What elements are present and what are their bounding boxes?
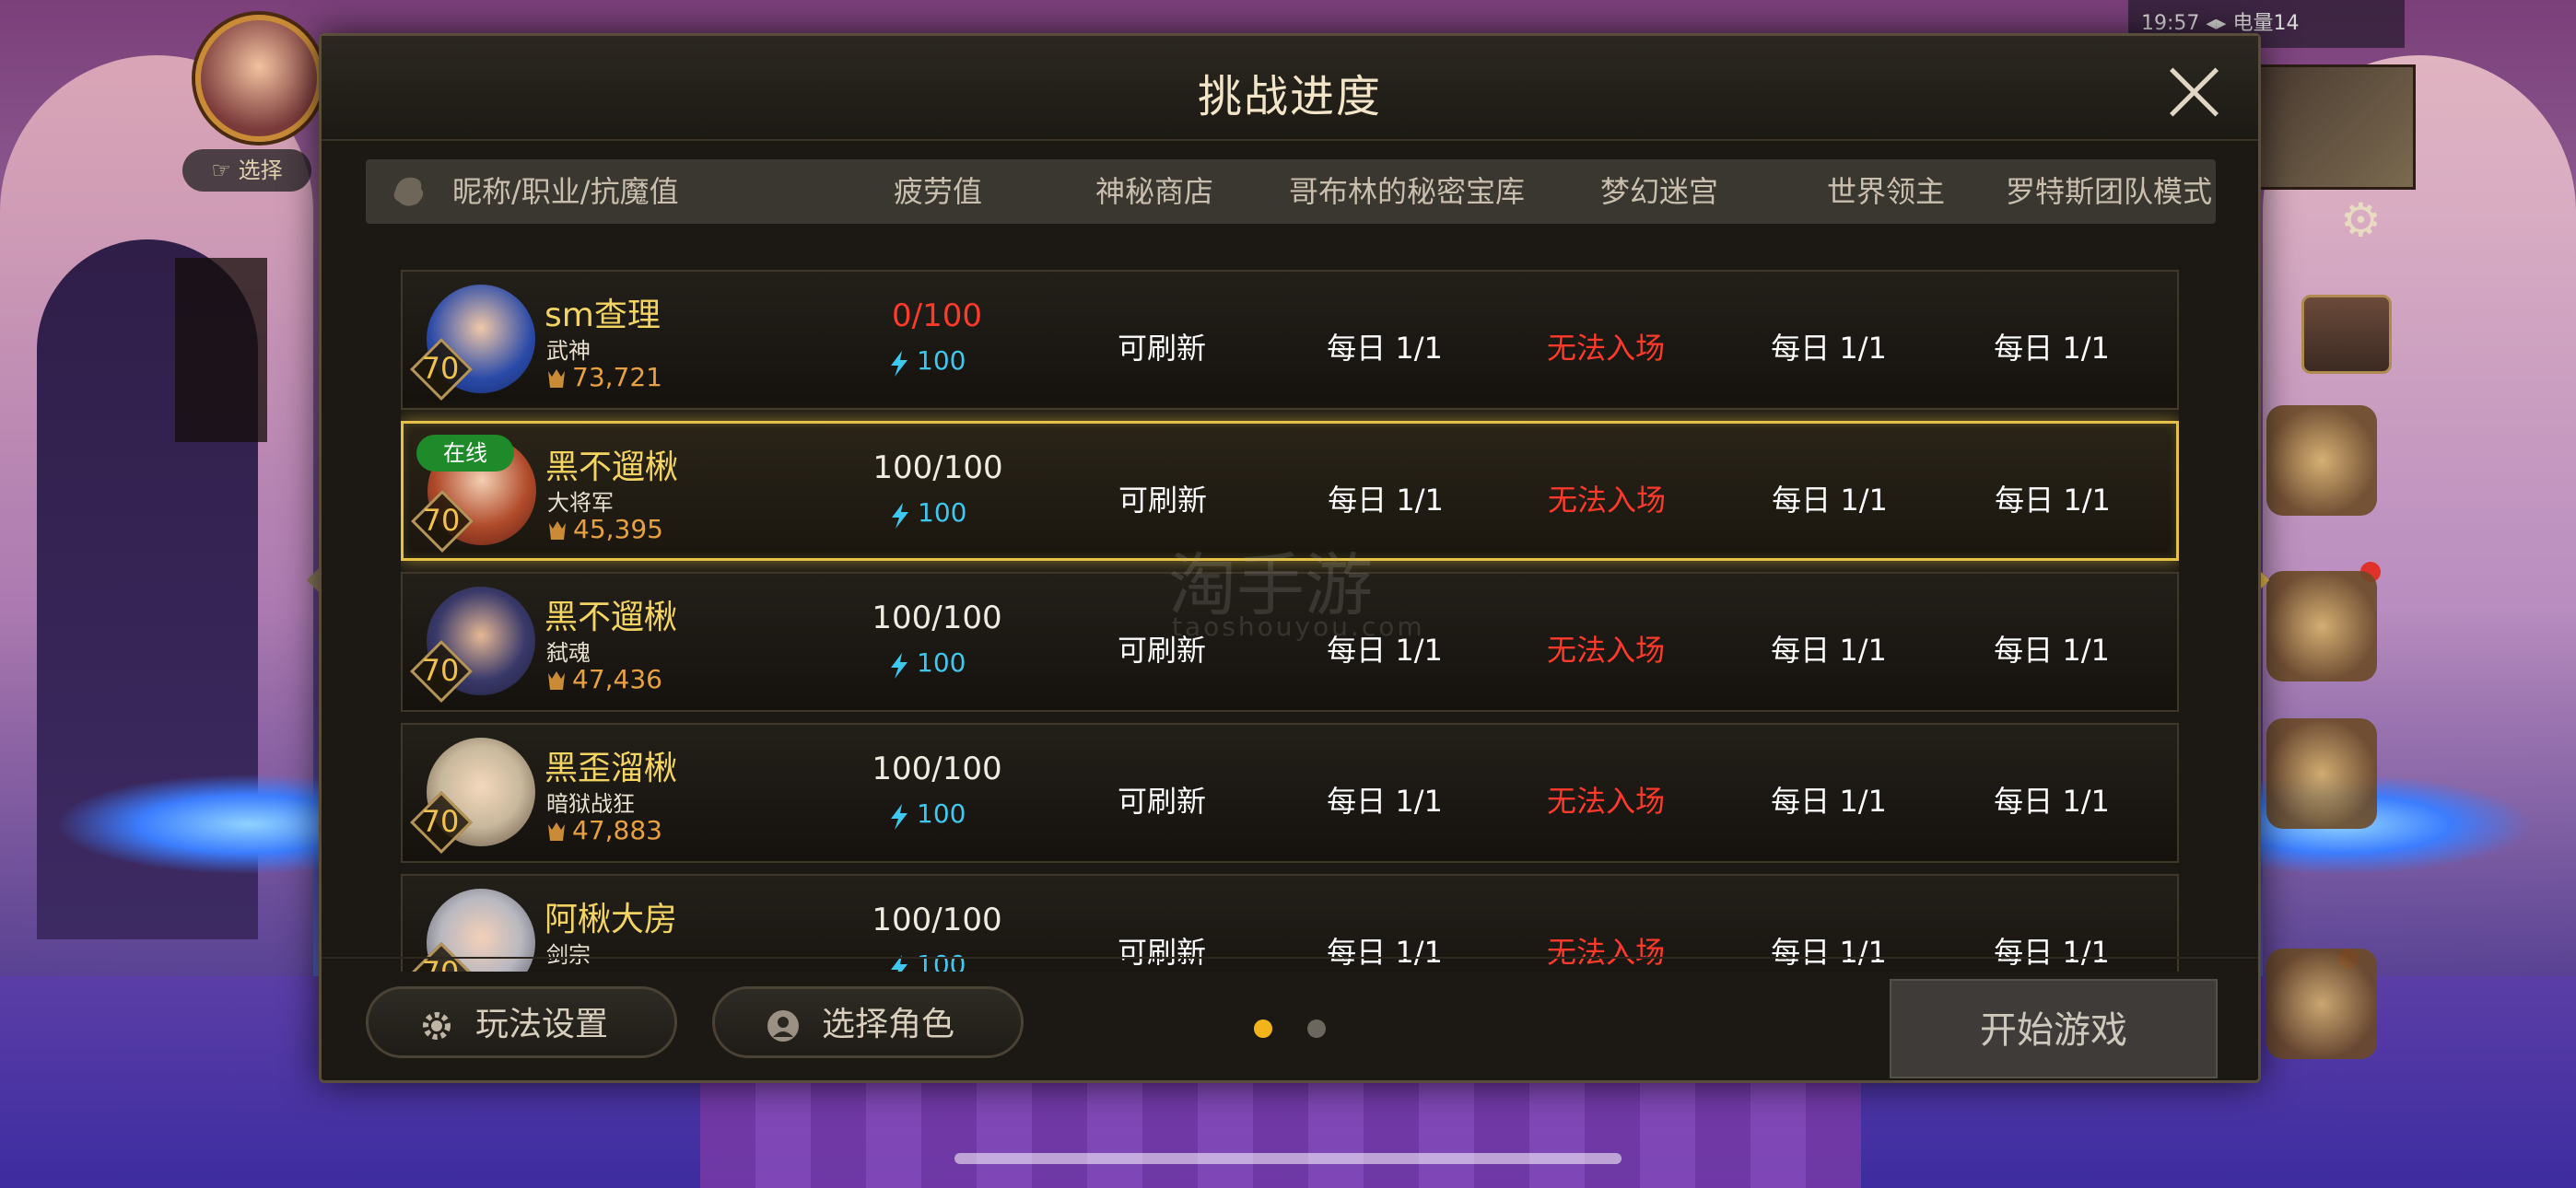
table-header: 昵称/职业/抗魔值 疲劳值 神秘商店 哥布林的秘密宝库 梦幻迷宫 世界领主 罗特… <box>366 159 2216 224</box>
event-icon[interactable] <box>2266 405 2377 516</box>
column-name: 昵称/职业/抗魔值 <box>452 174 679 209</box>
character-portrait: 70 在线 <box>411 433 538 554</box>
rotes-status: 每日 1/1 <box>1995 483 2111 518</box>
character-name: 阿楸大房 <box>544 901 678 938</box>
fatigue-value: 0/100 <box>892 297 982 334</box>
column-rotes: 罗特斯团队模式 <box>2005 174 2212 209</box>
character-class: 弑魂 <box>546 640 591 666</box>
rotes-status: 每日 1/1 <box>1994 784 2110 819</box>
player-avatar[interactable] <box>195 15 322 142</box>
energy-value: 100 <box>918 497 967 528</box>
board-event-icon[interactable] <box>2266 718 2377 829</box>
energy-value: 100 <box>917 647 966 678</box>
energy-bolt-icon <box>891 804 907 830</box>
goblin-status: 每日 1/1 <box>1327 331 1443 366</box>
power-icon <box>548 369 565 388</box>
shop-status: 可刷新 <box>1117 331 1206 366</box>
maze-status: 无法入场 <box>1547 483 1666 518</box>
select-character-label: 选择角色 <box>822 1006 955 1043</box>
power-icon <box>548 822 565 841</box>
character-name: 黑不遛楸 <box>545 448 679 486</box>
level-text: 70 <box>421 351 460 386</box>
rotes-status: 每日 1/1 <box>1994 331 2110 366</box>
character-power: 45,395 <box>573 514 663 544</box>
energy-value: 100 <box>917 345 966 376</box>
character-name: 黑歪溜楸 <box>544 750 678 787</box>
avatar-select-label[interactable]: ☞ 选择 <box>182 149 311 192</box>
character-portrait: 70 <box>410 281 537 402</box>
character-portrait: 70 <box>410 583 537 705</box>
energy-bolt-icon <box>891 653 907 679</box>
minimap[interactable] <box>2254 64 2416 190</box>
character-name: 黑不遛楸 <box>544 599 678 636</box>
rank-icon <box>393 177 424 206</box>
gameplay-settings-button[interactable]: 玩法设置 <box>366 986 677 1058</box>
level-text: 70 <box>421 653 460 688</box>
power-icon <box>549 521 566 540</box>
character-class: 武神 <box>546 338 591 364</box>
character-row[interactable]: 70 sm查理 武神 73,721 0/100 100 可刷新 每日 1/1 无… <box>401 270 2179 410</box>
energy-value: 100 <box>917 798 966 829</box>
character-class: 大将军 <box>547 490 614 516</box>
fatigue-value: 100/100 <box>872 902 1002 938</box>
character-power: 47,436 <box>572 664 662 694</box>
character-icon <box>767 1010 799 1042</box>
start-game-button[interactable]: 开始游戏 <box>1890 979 2218 1078</box>
world-boss-status: 每日 1/1 <box>1771 633 1887 668</box>
character-row[interactable]: 70 黑歪溜楸 暗狱战狂 47,883 100/100 100 可刷新 每日 1… <box>401 723 2179 863</box>
online-badge: 在线 <box>416 435 514 472</box>
close-button[interactable] <box>2164 62 2223 121</box>
shop-status: 可刷新 <box>1118 483 1207 518</box>
character-portrait: 70 <box>410 734 537 856</box>
rotes-status: 每日 1/1 <box>1994 633 2110 668</box>
goblin-status: 每日 1/1 <box>1328 483 1444 518</box>
level-text: 70 <box>421 804 460 839</box>
quest-panel[interactable] <box>175 258 267 442</box>
dialog-header: 挑战进度 <box>322 36 2258 141</box>
world-boss-status: 每日 1/1 <box>1772 483 1888 518</box>
gameplay-settings-label: 玩法设置 <box>475 1006 609 1043</box>
treasure-chest-icon[interactable] <box>2301 295 2392 374</box>
column-world-boss: 世界领主 <box>1826 174 1945 209</box>
energy-bolt-icon <box>891 351 907 377</box>
power-icon <box>548 671 565 690</box>
goblin-status: 每日 1/1 <box>1327 784 1443 819</box>
column-fatigue: 疲劳值 <box>893 174 982 209</box>
column-goblin: 哥布林的秘密宝库 <box>1288 174 1525 209</box>
gear-icon[interactable]: ⚙ <box>2340 193 2382 247</box>
world-boss-status: 每日 1/1 <box>1771 784 1887 819</box>
shield-event-icon[interactable] <box>2266 571 2377 681</box>
energy-bolt-icon <box>892 503 908 529</box>
page-dot[interactable] <box>1307 1019 1326 1038</box>
character-class: 暗狱战狂 <box>546 791 635 817</box>
dialog-title: 挑战进度 <box>1197 71 1382 122</box>
page-dot-active[interactable] <box>1254 1019 1272 1038</box>
column-maze: 梦幻迷宫 <box>1599 174 1718 209</box>
gear-icon <box>423 1012 451 1040</box>
maze-status: 无法入场 <box>1546 331 1665 366</box>
world-boss-status: 每日 1/1 <box>1771 331 1887 366</box>
shop-status: 可刷新 <box>1117 784 1206 819</box>
fatigue-value: 100/100 <box>872 600 1002 636</box>
home-indicator[interactable] <box>954 1153 1622 1164</box>
maze-status: 无法入场 <box>1546 784 1665 819</box>
maze-status: 无法入场 <box>1546 633 1665 668</box>
reward-icon[interactable] <box>2266 949 2377 1059</box>
level-text: 70 <box>422 503 461 538</box>
fatigue-value: 100/100 <box>872 449 1003 486</box>
fatigue-value: 100/100 <box>872 751 1002 787</box>
select-character-button[interactable]: 选择角色 <box>712 986 1024 1058</box>
character-power: 47,883 <box>572 815 662 845</box>
column-shop: 神秘商店 <box>1095 174 1213 209</box>
dialog-footer: 玩法设置 选择角色 开始游戏 <box>322 957 2258 1082</box>
character-name: sm查理 <box>544 297 661 334</box>
character-power: 73,721 <box>572 362 662 392</box>
watermark-url: taoshouyou.com <box>1172 611 1425 642</box>
